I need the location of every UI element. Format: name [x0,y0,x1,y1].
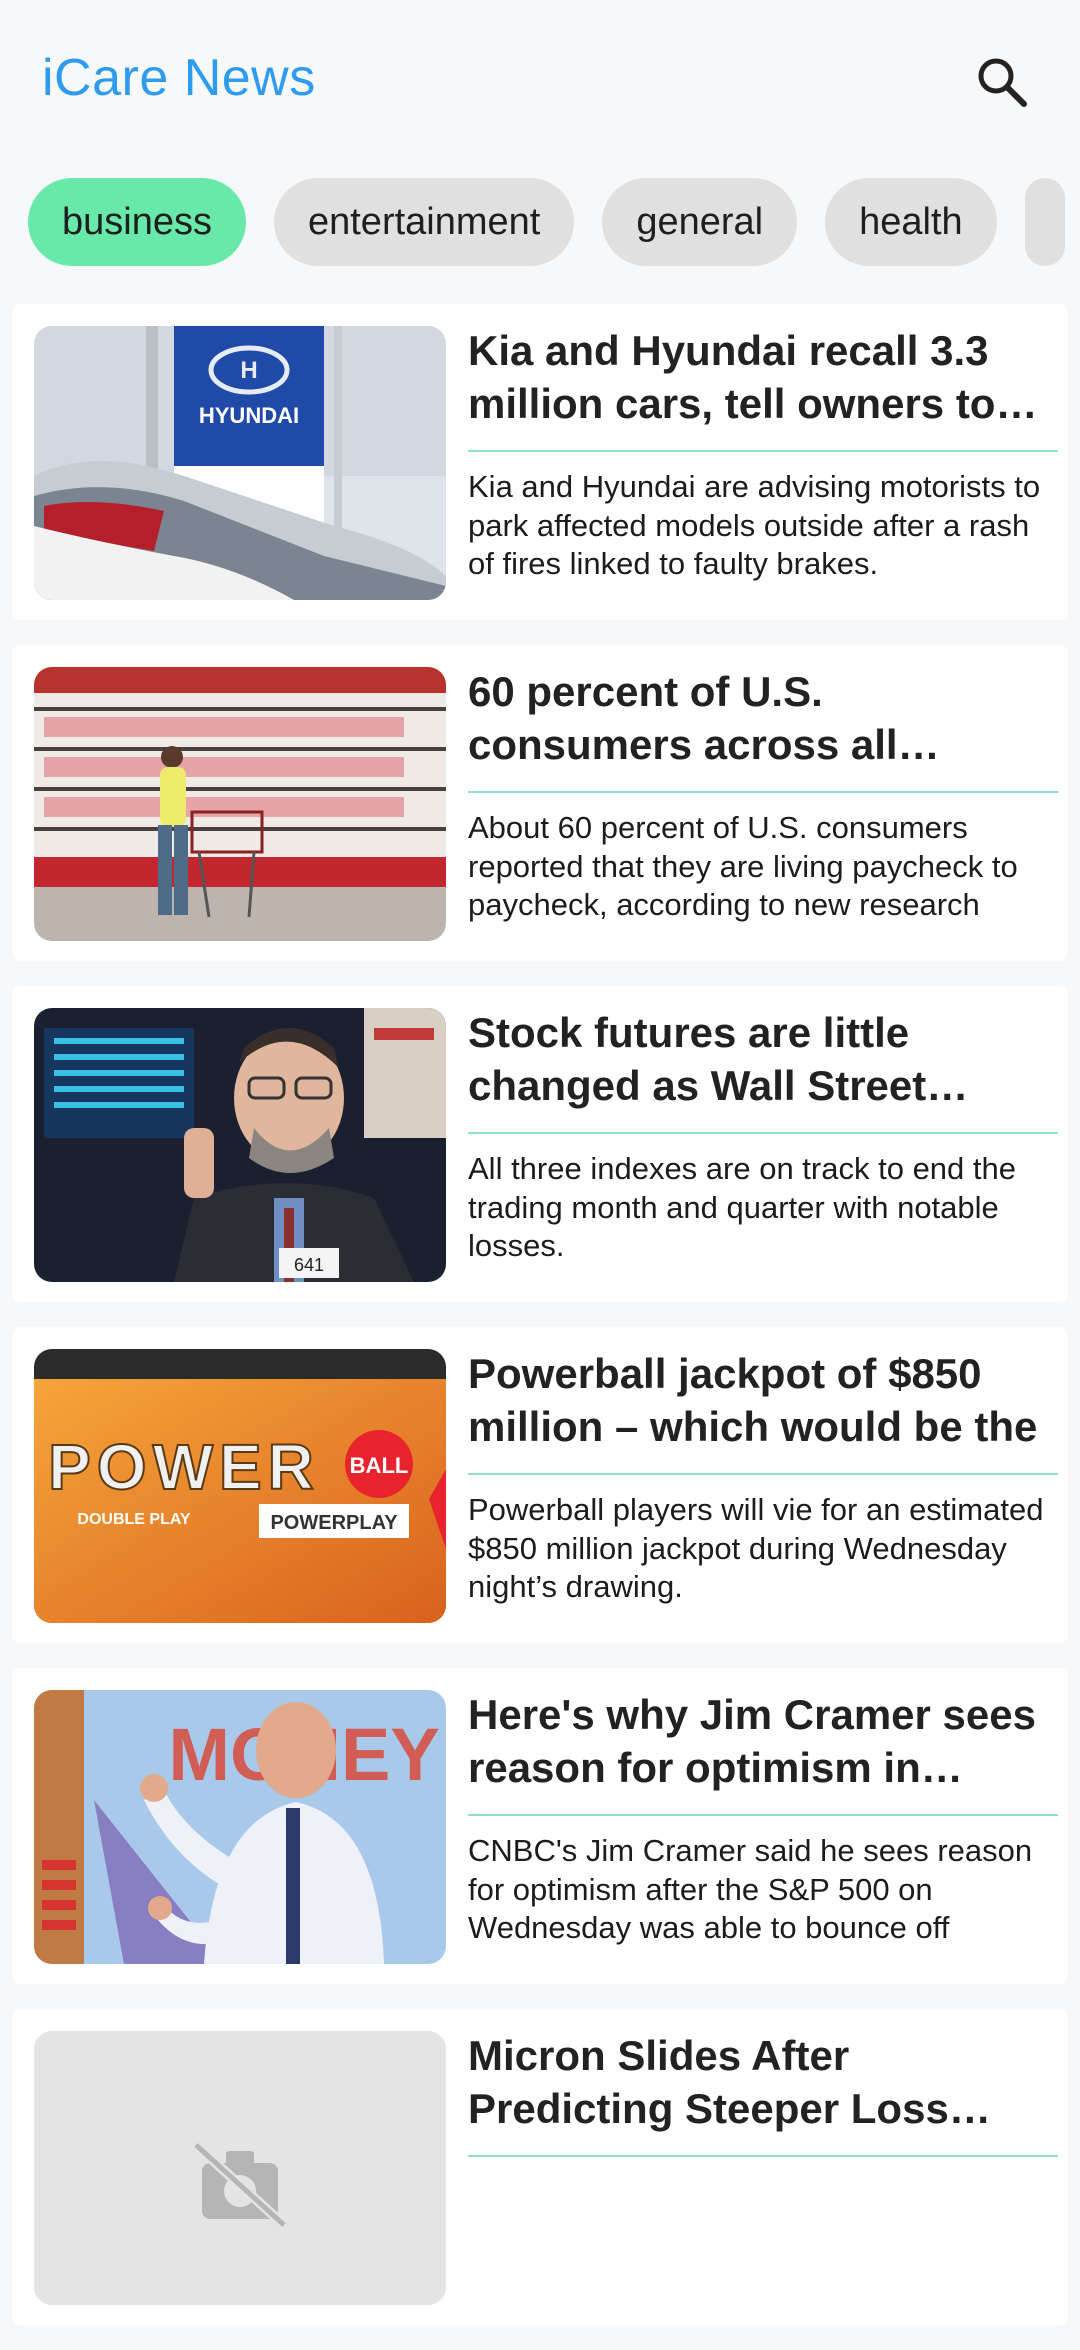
article-image: H HYUNDAI [34,326,446,600]
article-title[interactable]: Kia and Hyundai recall 3.3 million cars,… [468,324,1048,430]
svg-text:BALL: BALL [350,1453,409,1478]
divider [468,1473,1058,1475]
svg-text:POWER: POWER [48,1431,320,1503]
svg-text:HYUNDAI: HYUNDAI [199,403,299,428]
article-card[interactable]: MONEY Here's why Jim Cramer sees reason … [12,1668,1068,1984]
article-image: POWER BALL DOUBLE PLAY POWERPLAY [34,1349,446,1623]
divider [468,450,1058,452]
app-title: iCare News [42,49,316,107]
grocery-shopper-photo [34,667,446,941]
search-icon [978,58,1027,107]
divider [468,791,1058,793]
article-list[interactable]: H HYUNDAI Kia and Hyundai recall 3.3 mil… [12,304,1068,2350]
article-card[interactable]: Micron Slides After Predicting Steeper L… [12,2009,1068,2325]
tab-business[interactable]: business [28,178,246,266]
article-title[interactable]: 60 percent of U.S. consumers across all … [468,665,1048,771]
article-title[interactable]: Powerball jackpot of $850 million – whic… [468,1347,1048,1453]
article-title[interactable]: Stock futures are little changed as Wall… [468,1006,1048,1112]
tab-entertainment[interactable]: entertainment [273,178,575,266]
article-image [34,2031,446,2305]
article-card[interactable]: 60 percent of U.S. consumers across all … [12,645,1068,961]
svg-text:641: 641 [294,1255,324,1275]
article-description: About 60 percent of U.S. consumers repor… [468,810,1018,922]
article-description: CNBC's Jim Cramer said he sees reason fo… [468,1833,1033,1945]
presenter-photo: MONEY [34,1690,446,1964]
article-description: All three indexes are on track to end th… [468,1151,1016,1263]
divider [468,1814,1058,1816]
svg-text:DOUBLE PLAY: DOUBLE PLAY [77,1511,191,1528]
article-image: 641 [34,1008,446,1282]
stock-trader-photo: 641 [34,1008,446,1282]
no-image-icon [34,2031,446,2305]
app-header: iCare News [0,0,1080,160]
article-description: Powerball players will vie for an estima… [468,1492,1044,1604]
tab-next-partial[interactable] [1024,178,1065,266]
divider [468,2155,1058,2157]
svg-text:H: H [240,357,257,384]
article-card[interactable]: 641 Stock futures are little changed as … [12,986,1068,1302]
tab-health[interactable]: health [825,178,997,266]
powerball-sign-photo: POWER BALL DOUBLE PLAY POWERPLAY [34,1349,446,1623]
category-tabs: business entertainment general health [28,178,1065,268]
article-title[interactable]: Here's why Jim Cramer sees reason for op… [468,1688,1048,1794]
article-title[interactable]: Micron Slides After Predicting Steeper L… [468,2029,1048,2135]
divider [468,1132,1058,1134]
article-image [34,667,446,941]
search-button[interactable] [972,52,1032,112]
hyundai-dealership-photo: H HYUNDAI [34,326,446,600]
article-description: Kia and Hyundai are advising motorists t… [468,469,1041,581]
svg-text:POWERPLAY: POWERPLAY [270,1512,398,1534]
article-image: MONEY [34,1690,446,1964]
tab-general[interactable]: general [602,178,798,266]
article-card[interactable]: POWER BALL DOUBLE PLAY POWERPLAY Powerba… [12,1327,1068,1643]
article-card[interactable]: H HYUNDAI Kia and Hyundai recall 3.3 mil… [12,304,1068,620]
